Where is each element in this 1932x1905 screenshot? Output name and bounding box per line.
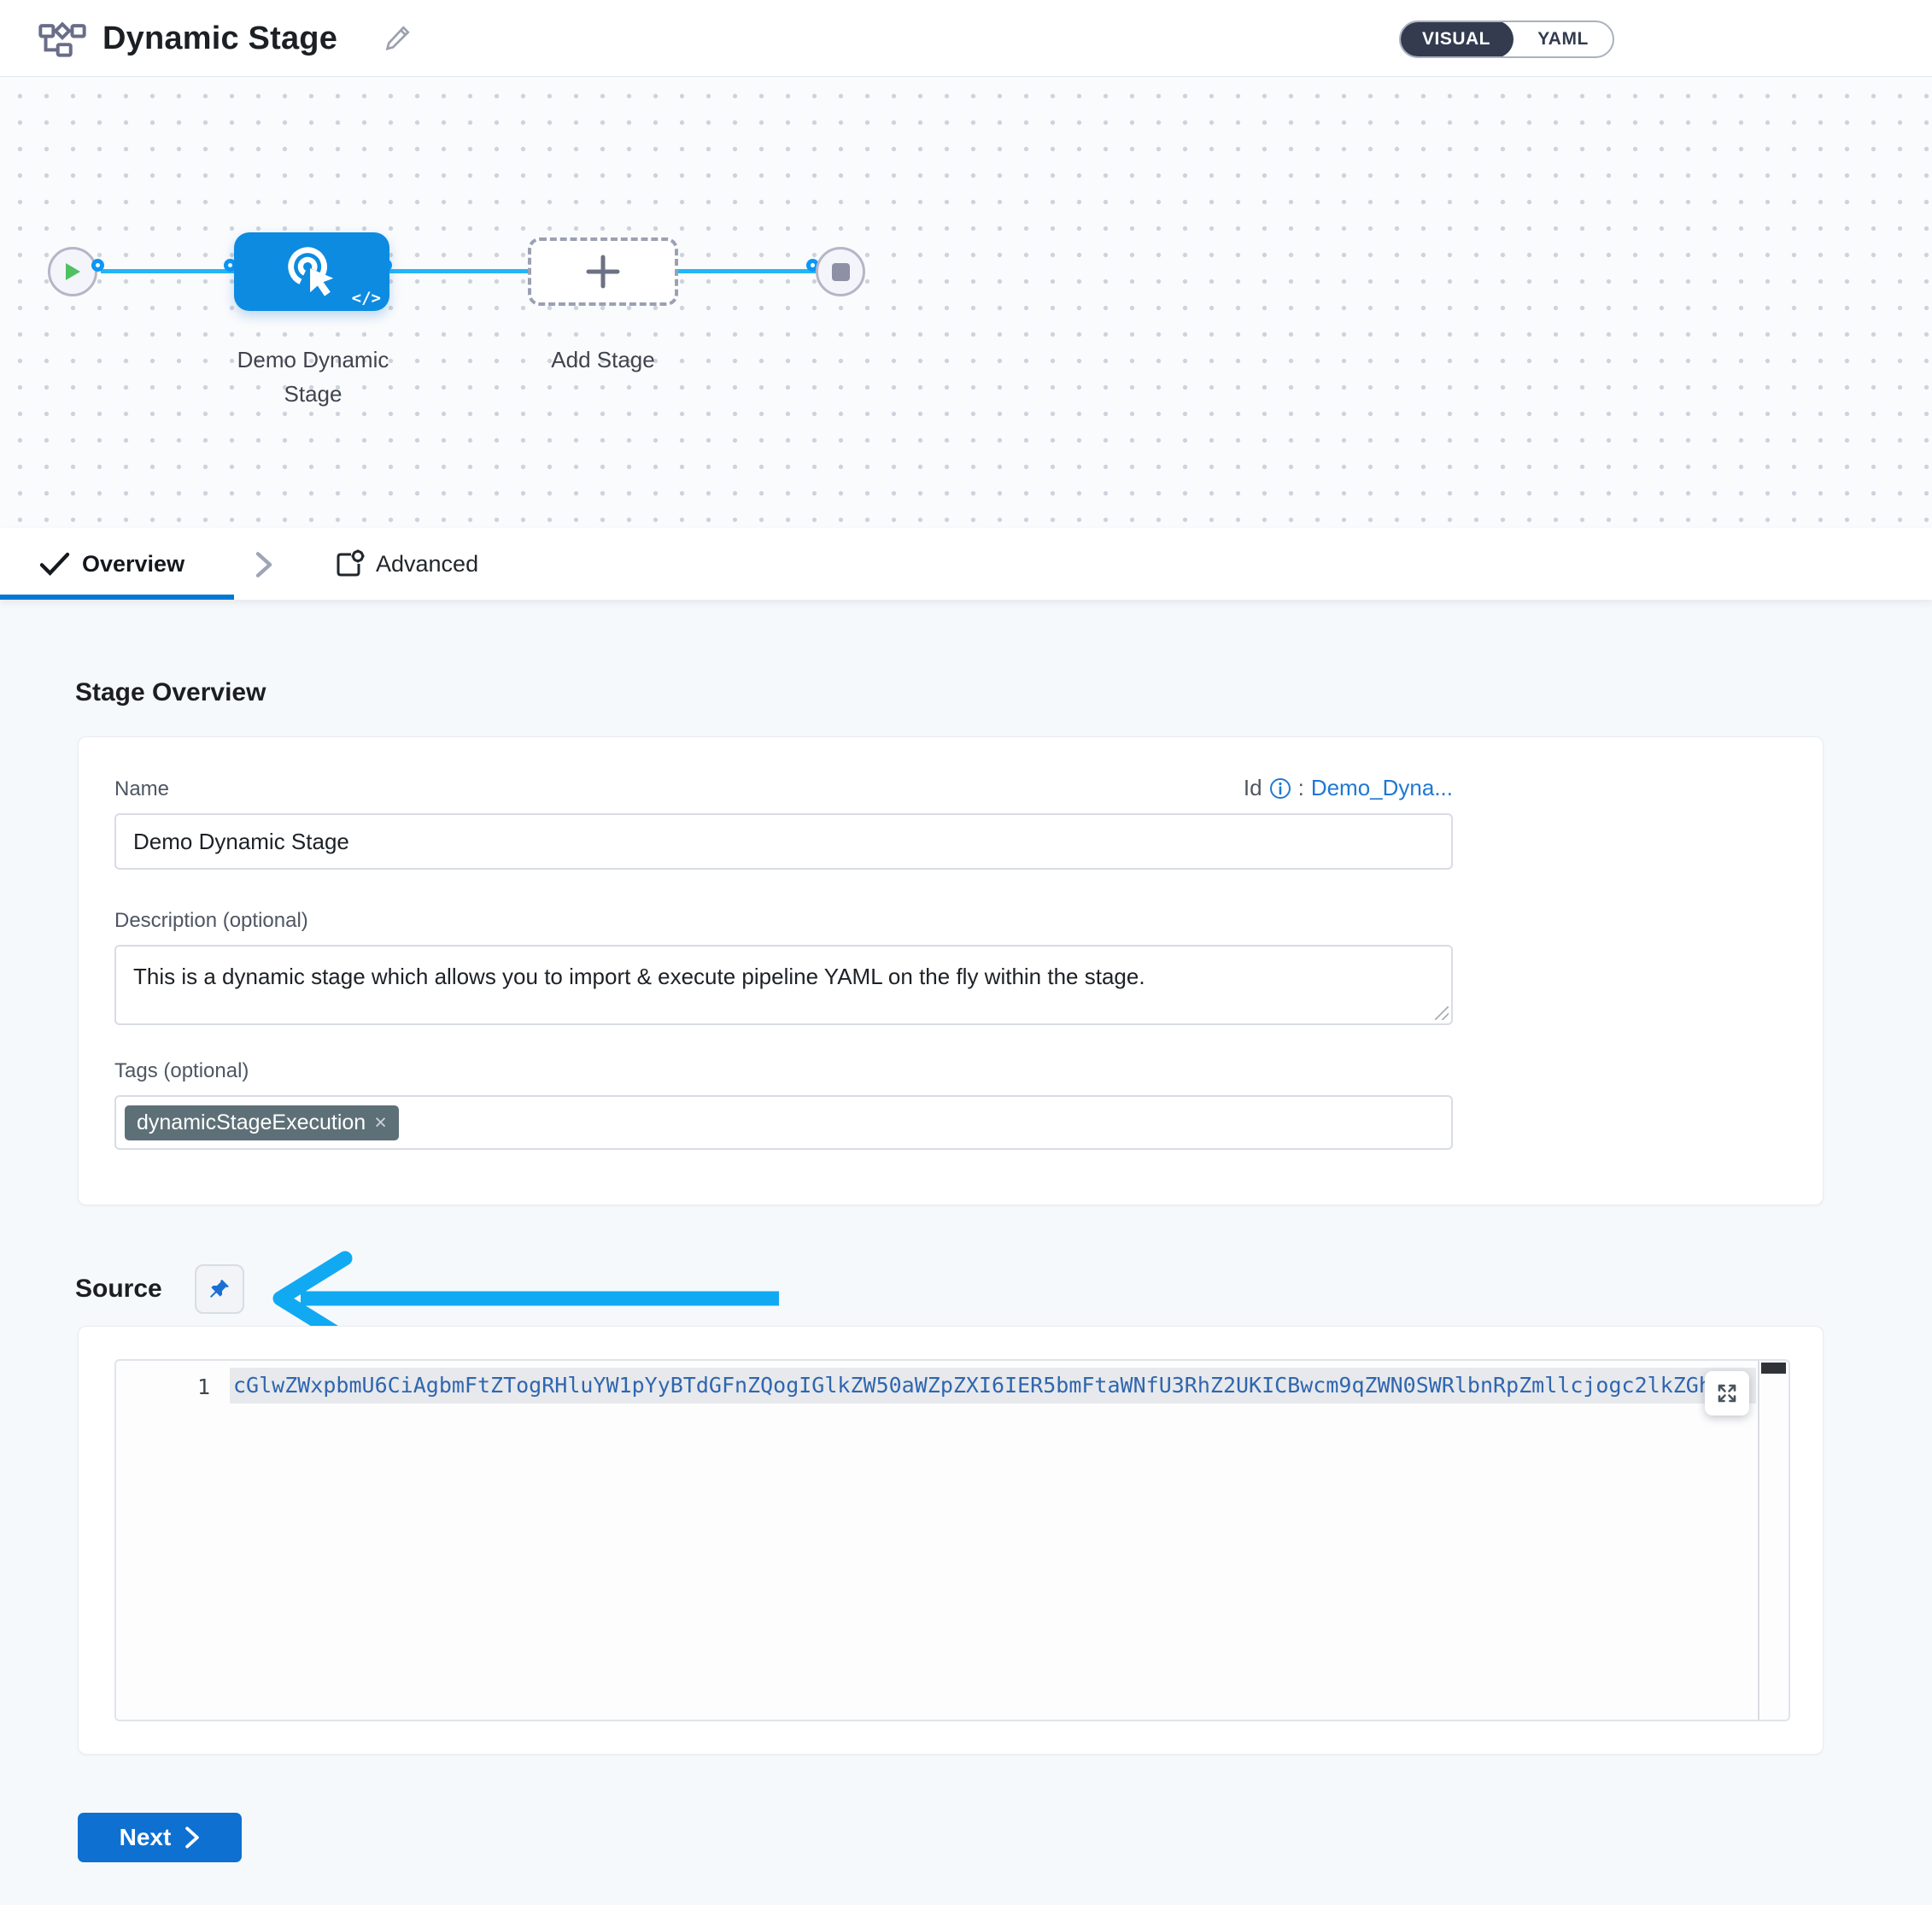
tags-label: Tags (optional) xyxy=(114,1059,1787,1083)
line-number: 1 xyxy=(116,1369,210,1405)
resize-handle[interactable] xyxy=(1435,1006,1449,1020)
remove-tag-icon[interactable]: × xyxy=(374,1111,387,1135)
info-icon[interactable] xyxy=(1269,777,1291,800)
stage-overview-heading: Stage Overview xyxy=(75,678,266,707)
tab-overview-label: Overview xyxy=(82,528,184,600)
editor-scrollbar-thumb[interactable] xyxy=(1761,1363,1786,1374)
source-heading: Source xyxy=(75,1275,162,1304)
fullscreen-icon xyxy=(1716,1382,1738,1404)
dynamic-stage-click-icon xyxy=(283,243,341,301)
description-textarea[interactable]: This is a dynamic stage which allows you… xyxy=(114,945,1453,1025)
visual-yaml-toggle[interactable]: VISUAL YAML xyxy=(1399,21,1614,58)
expand-editor-button[interactable] xyxy=(1705,1371,1749,1416)
name-label: Name xyxy=(114,777,169,801)
add-stage-node[interactable] xyxy=(528,237,678,306)
stage-name-input[interactable] xyxy=(114,813,1453,870)
next-button[interactable]: Next xyxy=(78,1813,242,1862)
play-icon xyxy=(64,262,81,281)
pipeline-end-node[interactable] xyxy=(816,247,865,296)
pin-icon xyxy=(208,1277,231,1301)
edit-title-icon[interactable] xyxy=(383,24,412,53)
source-card: 1 cGlwZWxpbmU6CiAgbmFtZTogRHluYW1pYyBTdG… xyxy=(78,1326,1824,1755)
header: Dynamic Stage VISUAL YAML xyxy=(0,0,1932,77)
plus-icon xyxy=(583,252,623,291)
tag-text: dynamicStageExecution xyxy=(137,1111,366,1135)
active-tab-underline xyxy=(0,595,234,600)
tab-advanced-label: Advanced xyxy=(376,528,478,600)
selected-code-line[interactable]: cGlwZWxpbmU6CiAgbmFtZTogRHluYW1pYyBTdGFn… xyxy=(230,1368,1756,1404)
pipeline-edge xyxy=(101,269,818,273)
check-icon xyxy=(39,551,70,577)
code-badge: </> xyxy=(352,289,381,308)
pipeline-start-node[interactable] xyxy=(48,247,97,296)
stage-tabbar: Overview Advanced xyxy=(0,528,1932,600)
pipeline-flow-icon xyxy=(38,20,87,59)
chevron-right-icon xyxy=(184,1826,200,1849)
chevron-right-icon xyxy=(253,550,275,579)
editor-scrollbar-track[interactable] xyxy=(1758,1361,1759,1720)
description-label: Description (optional) xyxy=(114,909,1787,933)
stage-overview-card: Name Id : Demo_Dyna... Description (opti… xyxy=(78,736,1824,1205)
page-title: Dynamic Stage xyxy=(102,0,337,77)
id-label: Id xyxy=(1244,775,1262,801)
yaml-source-editor[interactable]: 1 cGlwZWxpbmU6CiAgbmFtZTogRHluYW1pYyBTdG… xyxy=(114,1359,1790,1721)
next-button-label: Next xyxy=(120,1824,172,1851)
stage-config-page: Dynamic Stage VISUAL YAML </> xyxy=(0,0,1932,1905)
toggle-visual[interactable]: VISUAL xyxy=(1399,21,1513,58)
stage-id: Id : Demo_Dyna... xyxy=(1244,775,1453,801)
tab-overview[interactable]: Overview xyxy=(0,528,234,600)
advanced-gear-icon xyxy=(333,548,366,581)
stage-node-label: Demo Dynamic Stage xyxy=(217,343,409,412)
id-value-link[interactable]: Demo_Dyna... xyxy=(1311,775,1453,801)
tag-chip: dynamicStageExecution × xyxy=(125,1105,399,1140)
tags-input[interactable]: dynamicStageExecution × xyxy=(114,1095,1453,1150)
pin-source-button[interactable] xyxy=(195,1264,244,1314)
pipeline-canvas[interactable]: </> Demo Dynamic Stage Add Stage xyxy=(0,78,1932,528)
id-colon: : xyxy=(1298,775,1304,801)
stage-node-demo-dynamic-stage[interactable]: </> xyxy=(234,232,389,311)
toggle-yaml[interactable]: YAML xyxy=(1513,22,1613,56)
add-stage-label: Add Stage xyxy=(518,343,688,377)
stop-icon xyxy=(832,263,850,281)
code-text: cGlwZWxpbmU6CiAgbmFtZTogRHluYW1pYyBTdGFn… xyxy=(230,1368,1756,1404)
connector-dot xyxy=(91,259,104,272)
